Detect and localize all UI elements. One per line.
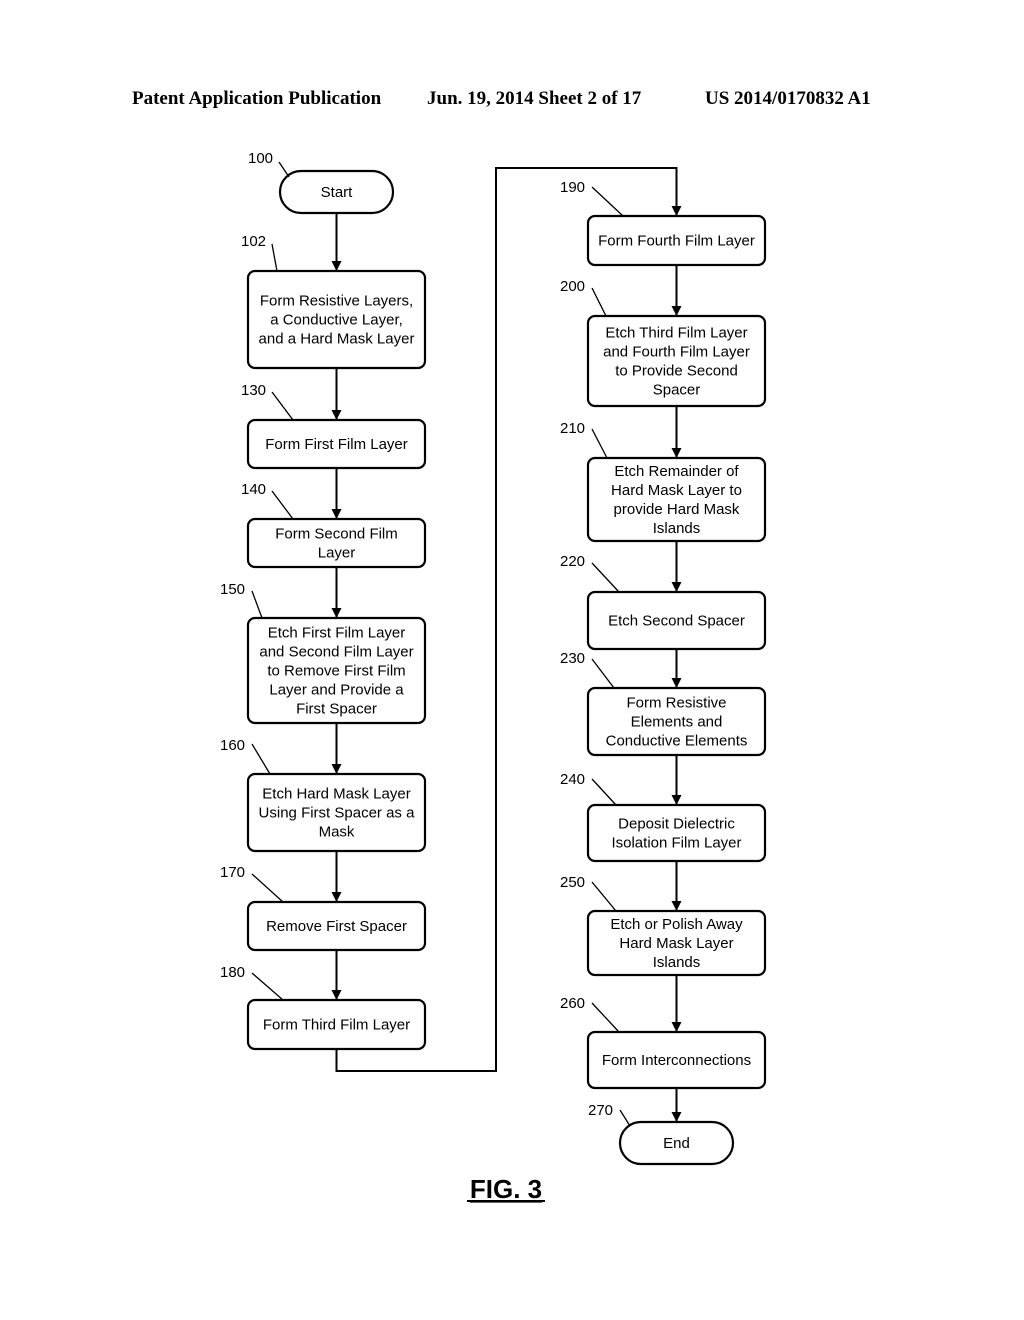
reference-numeral: 200 xyxy=(560,278,585,295)
step-text-line: Etch First Film Layer xyxy=(268,625,406,642)
reference-numeral: 130 xyxy=(241,382,266,399)
process-step-260: Form Interconnections 260 xyxy=(560,995,767,1090)
step-text-line: a Conductive Layer, xyxy=(270,312,403,329)
step-text-line: Form Third Film Layer xyxy=(263,1017,410,1034)
reference-numeral: 260 xyxy=(560,995,585,1012)
process-step-240: Deposit Dielectric Isolation Film Layer 24… xyxy=(560,771,767,863)
step-text-line: Form Second Film xyxy=(275,526,398,543)
leader-line xyxy=(591,186,624,217)
terminal-100: Start 100 xyxy=(248,150,395,215)
step-text-line: Islands xyxy=(653,954,701,971)
leader-line xyxy=(271,391,294,421)
terminal-270: End 270 xyxy=(588,1102,735,1166)
step-text-line: Hard Mask Layer to xyxy=(611,482,742,499)
step-text-line: and Second Film Layer xyxy=(259,644,413,661)
leader-line xyxy=(591,562,620,593)
step-text-line: to Provide Second xyxy=(615,363,738,380)
reference-numeral: 230 xyxy=(560,650,585,667)
step-text-line: Using First Spacer as a xyxy=(259,805,416,822)
leader-line xyxy=(251,873,284,903)
step-text-line: Form Fourth Film Layer xyxy=(598,233,755,250)
reference-numeral: 180 xyxy=(220,964,245,981)
process-step-220: Etch Second Spacer 220 xyxy=(560,553,767,651)
leader-line xyxy=(591,881,617,912)
leader-line xyxy=(619,1109,631,1127)
reference-numeral: 140 xyxy=(241,481,266,498)
process-step-210: Etch Remainder of Hard Mask Layer to provi… xyxy=(560,420,767,543)
leader-line xyxy=(251,590,263,619)
leader-line xyxy=(591,778,617,806)
reference-numeral: 150 xyxy=(220,581,245,598)
flowchart: Start 100 Form Resistive Layers, a Conducti… xyxy=(220,150,767,1204)
step-text-line: Remove First Spacer xyxy=(266,918,407,935)
reference-numeral: 100 xyxy=(248,150,273,167)
reference-numeral: 170 xyxy=(220,864,245,881)
process-step-160: Etch Hard Mask Layer Using First Spacer a… xyxy=(220,737,427,853)
leader-line xyxy=(251,743,271,775)
step-text-line: Etch Second Spacer xyxy=(608,613,745,630)
process-step-230: Form Resistive Elements and Conductive Ele… xyxy=(560,650,767,757)
step-text-line: Form Resistive Layers, xyxy=(260,293,413,310)
step-text-line: Form First Film Layer xyxy=(265,436,408,453)
step-text-line: Layer and Provide a xyxy=(269,682,404,699)
reference-numeral: 190 xyxy=(560,179,585,196)
reference-numeral: 210 xyxy=(560,420,585,437)
process-step-150: Etch First Film Layer and Second Film Lay… xyxy=(220,581,427,725)
process-box xyxy=(586,803,767,863)
leader-line xyxy=(271,490,294,520)
step-text-line: Start xyxy=(321,184,354,201)
step-text-line: and Fourth Film Layer xyxy=(603,344,750,361)
step-text-line: Deposit Dielectric xyxy=(618,816,735,833)
step-text-line: Form Interconnections xyxy=(602,1052,751,1069)
step-text-line: provide Hard Mask xyxy=(614,501,740,518)
process-step-250: Etch or Polish Away Hard Mask Layer Island… xyxy=(560,874,767,977)
step-text-line: Hard Mask Layer xyxy=(619,935,733,952)
reference-numeral: 270 xyxy=(588,1102,613,1119)
leader-line xyxy=(591,1002,620,1033)
process-step-102: Form Resistive Layers, a Conductive Layer… xyxy=(241,233,427,370)
step-text-line: Conductive Elements xyxy=(606,733,748,750)
process-step-190: Form Fourth Film Layer 190 xyxy=(560,179,767,267)
leader-line xyxy=(278,161,290,178)
step-text-line: End xyxy=(663,1135,690,1152)
step-text-line: First Spacer xyxy=(296,701,377,718)
leader-line xyxy=(591,658,615,689)
process-step-200: Etch Third Film Layer and Fourth Film Lay… xyxy=(560,278,767,408)
step-text-line: and a Hard Mask Layer xyxy=(259,331,415,348)
process-step-130: Form First Film Layer 130 xyxy=(241,382,427,470)
step-text-line: Elements and xyxy=(631,714,723,731)
leader-line xyxy=(271,243,278,272)
step-text-line: Spacer xyxy=(653,382,701,399)
figure-label: FIG. 3 xyxy=(470,1174,542,1204)
step-text-line: Etch or Polish Away xyxy=(610,916,743,933)
reference-numeral: 220 xyxy=(560,553,585,570)
leader-line xyxy=(591,428,608,459)
reference-numeral: 250 xyxy=(560,874,585,891)
leader-line xyxy=(251,972,284,1001)
process-step-170: Remove First Spacer 170 xyxy=(220,864,427,952)
step-text-line: Islands xyxy=(653,520,701,537)
step-text-line: Etch Hard Mask Layer xyxy=(262,786,410,803)
step-text-line: Form Resistive xyxy=(626,695,726,712)
step-text-line: Mask xyxy=(319,824,355,841)
leader-line xyxy=(591,287,607,317)
step-text-line: to Remove First Film xyxy=(267,663,405,680)
step-text-line: Etch Third Film Layer xyxy=(605,325,747,342)
step-text-line: Etch Remainder of xyxy=(614,463,739,480)
process-step-140: Form Second Film Layer 140 xyxy=(241,481,427,569)
reference-numeral: 102 xyxy=(241,233,266,250)
step-text-line: Isolation Film Layer xyxy=(611,835,741,852)
reference-numeral: 160 xyxy=(220,737,245,754)
process-step-180: Form Third Film Layer 180 xyxy=(220,964,427,1051)
reference-numeral: 240 xyxy=(560,771,585,788)
step-text-line: Layer xyxy=(318,545,356,562)
